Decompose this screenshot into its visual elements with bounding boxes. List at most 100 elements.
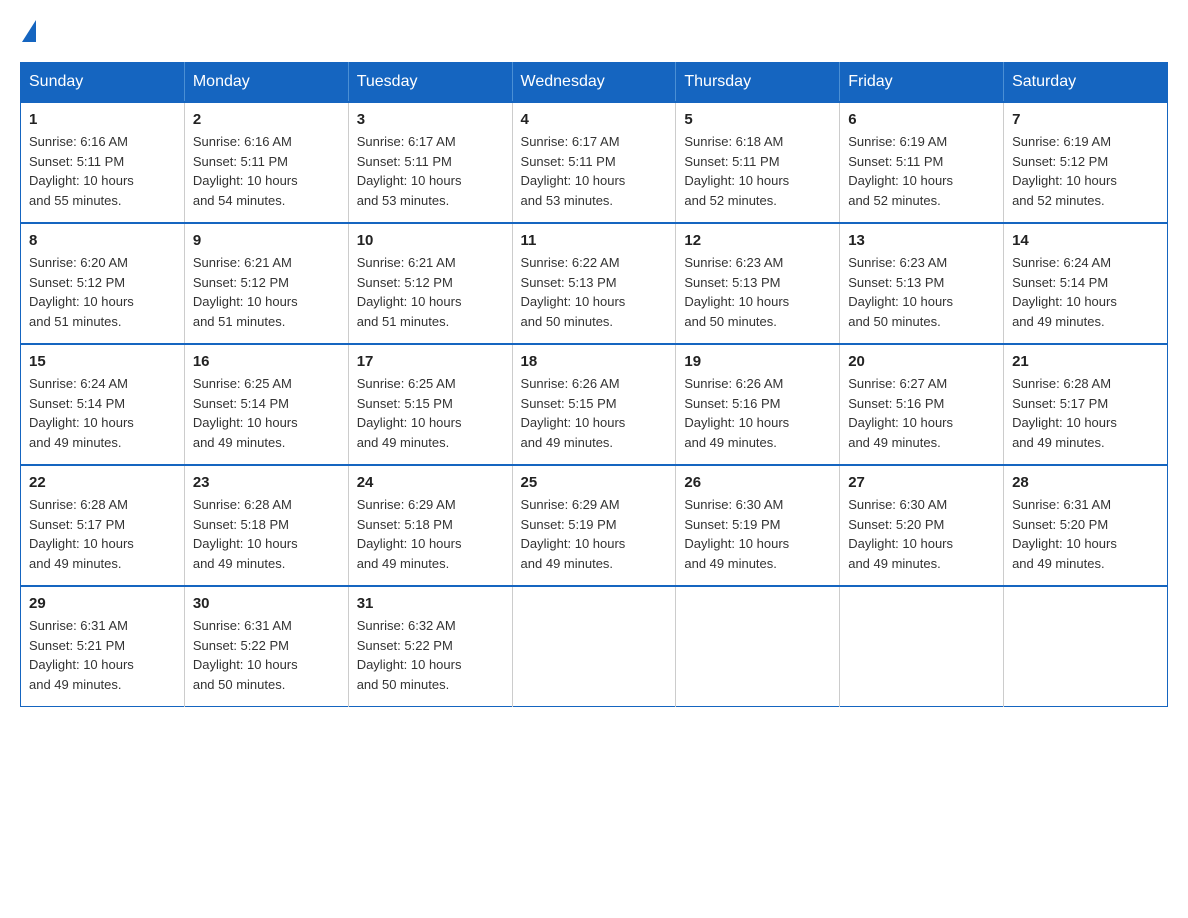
header-day-thursday: Thursday xyxy=(676,63,840,103)
day-info: Sunrise: 6:28 AMSunset: 5:17 PMDaylight:… xyxy=(1012,376,1117,450)
calendar-cell xyxy=(676,586,840,707)
calendar-cell: 30 Sunrise: 6:31 AMSunset: 5:22 PMDaylig… xyxy=(184,586,348,707)
calendar-cell: 25 Sunrise: 6:29 AMSunset: 5:19 PMDaylig… xyxy=(512,465,676,586)
day-info: Sunrise: 6:30 AMSunset: 5:19 PMDaylight:… xyxy=(684,497,789,571)
calendar-cell xyxy=(512,586,676,707)
day-number: 29 xyxy=(29,595,176,612)
day-info: Sunrise: 6:23 AMSunset: 5:13 PMDaylight:… xyxy=(684,255,789,329)
day-number: 1 xyxy=(29,111,176,128)
day-number: 19 xyxy=(684,353,831,370)
day-number: 9 xyxy=(193,232,340,249)
day-number: 4 xyxy=(521,111,668,128)
calendar-cell: 22 Sunrise: 6:28 AMSunset: 5:17 PMDaylig… xyxy=(21,465,185,586)
day-info: Sunrise: 6:29 AMSunset: 5:19 PMDaylight:… xyxy=(521,497,626,571)
day-number: 21 xyxy=(1012,353,1159,370)
calendar-cell: 4 Sunrise: 6:17 AMSunset: 5:11 PMDayligh… xyxy=(512,102,676,223)
day-number: 5 xyxy=(684,111,831,128)
day-number: 26 xyxy=(684,474,831,491)
day-info: Sunrise: 6:17 AMSunset: 5:11 PMDaylight:… xyxy=(357,134,462,208)
calendar-cell: 11 Sunrise: 6:22 AMSunset: 5:13 PMDaylig… xyxy=(512,223,676,344)
day-info: Sunrise: 6:22 AMSunset: 5:13 PMDaylight:… xyxy=(521,255,626,329)
header-day-sunday: Sunday xyxy=(21,63,185,103)
day-number: 18 xyxy=(521,353,668,370)
day-info: Sunrise: 6:31 AMSunset: 5:21 PMDaylight:… xyxy=(29,618,134,692)
day-number: 8 xyxy=(29,232,176,249)
header-day-friday: Friday xyxy=(840,63,1004,103)
logo xyxy=(20,20,38,42)
day-number: 27 xyxy=(848,474,995,491)
calendar-week-row: 8 Sunrise: 6:20 AMSunset: 5:12 PMDayligh… xyxy=(21,223,1168,344)
day-info: Sunrise: 6:18 AMSunset: 5:11 PMDaylight:… xyxy=(684,134,789,208)
day-number: 15 xyxy=(29,353,176,370)
day-number: 14 xyxy=(1012,232,1159,249)
day-info: Sunrise: 6:21 AMSunset: 5:12 PMDaylight:… xyxy=(357,255,462,329)
day-number: 17 xyxy=(357,353,504,370)
day-info: Sunrise: 6:21 AMSunset: 5:12 PMDaylight:… xyxy=(193,255,298,329)
day-info: Sunrise: 6:29 AMSunset: 5:18 PMDaylight:… xyxy=(357,497,462,571)
day-number: 20 xyxy=(848,353,995,370)
calendar-cell: 26 Sunrise: 6:30 AMSunset: 5:19 PMDaylig… xyxy=(676,465,840,586)
header-day-saturday: Saturday xyxy=(1004,63,1168,103)
day-number: 28 xyxy=(1012,474,1159,491)
calendar-cell: 6 Sunrise: 6:19 AMSunset: 5:11 PMDayligh… xyxy=(840,102,1004,223)
calendar-cell: 16 Sunrise: 6:25 AMSunset: 5:14 PMDaylig… xyxy=(184,344,348,465)
calendar-cell: 3 Sunrise: 6:17 AMSunset: 5:11 PMDayligh… xyxy=(348,102,512,223)
day-number: 31 xyxy=(357,595,504,612)
calendar-cell: 20 Sunrise: 6:27 AMSunset: 5:16 PMDaylig… xyxy=(840,344,1004,465)
day-info: Sunrise: 6:30 AMSunset: 5:20 PMDaylight:… xyxy=(848,497,953,571)
calendar-cell xyxy=(840,586,1004,707)
day-number: 6 xyxy=(848,111,995,128)
day-info: Sunrise: 6:16 AMSunset: 5:11 PMDaylight:… xyxy=(193,134,298,208)
calendar-cell: 9 Sunrise: 6:21 AMSunset: 5:12 PMDayligh… xyxy=(184,223,348,344)
calendar-cell: 15 Sunrise: 6:24 AMSunset: 5:14 PMDaylig… xyxy=(21,344,185,465)
day-info: Sunrise: 6:32 AMSunset: 5:22 PMDaylight:… xyxy=(357,618,462,692)
calendar-cell: 7 Sunrise: 6:19 AMSunset: 5:12 PMDayligh… xyxy=(1004,102,1168,223)
calendar-cell: 13 Sunrise: 6:23 AMSunset: 5:13 PMDaylig… xyxy=(840,223,1004,344)
day-info: Sunrise: 6:25 AMSunset: 5:15 PMDaylight:… xyxy=(357,376,462,450)
calendar-cell: 5 Sunrise: 6:18 AMSunset: 5:11 PMDayligh… xyxy=(676,102,840,223)
day-number: 24 xyxy=(357,474,504,491)
day-info: Sunrise: 6:24 AMSunset: 5:14 PMDaylight:… xyxy=(29,376,134,450)
day-info: Sunrise: 6:26 AMSunset: 5:16 PMDaylight:… xyxy=(684,376,789,450)
day-info: Sunrise: 6:26 AMSunset: 5:15 PMDaylight:… xyxy=(521,376,626,450)
calendar-cell: 14 Sunrise: 6:24 AMSunset: 5:14 PMDaylig… xyxy=(1004,223,1168,344)
day-number: 2 xyxy=(193,111,340,128)
day-info: Sunrise: 6:23 AMSunset: 5:13 PMDaylight:… xyxy=(848,255,953,329)
calendar-cell: 28 Sunrise: 6:31 AMSunset: 5:20 PMDaylig… xyxy=(1004,465,1168,586)
day-info: Sunrise: 6:24 AMSunset: 5:14 PMDaylight:… xyxy=(1012,255,1117,329)
calendar-cell: 27 Sunrise: 6:30 AMSunset: 5:20 PMDaylig… xyxy=(840,465,1004,586)
calendar-cell: 1 Sunrise: 6:16 AMSunset: 5:11 PMDayligh… xyxy=(21,102,185,223)
day-info: Sunrise: 6:25 AMSunset: 5:14 PMDaylight:… xyxy=(193,376,298,450)
calendar-header: SundayMondayTuesdayWednesdayThursdayFrid… xyxy=(21,63,1168,103)
day-number: 7 xyxy=(1012,111,1159,128)
calendar-table: SundayMondayTuesdayWednesdayThursdayFrid… xyxy=(20,62,1168,707)
day-number: 30 xyxy=(193,595,340,612)
day-info: Sunrise: 6:20 AMSunset: 5:12 PMDaylight:… xyxy=(29,255,134,329)
day-info: Sunrise: 6:19 AMSunset: 5:12 PMDaylight:… xyxy=(1012,134,1117,208)
header-day-monday: Monday xyxy=(184,63,348,103)
day-info: Sunrise: 6:28 AMSunset: 5:18 PMDaylight:… xyxy=(193,497,298,571)
day-number: 13 xyxy=(848,232,995,249)
calendar-header-row: SundayMondayTuesdayWednesdayThursdayFrid… xyxy=(21,63,1168,103)
header-day-wednesday: Wednesday xyxy=(512,63,676,103)
calendar-cell: 24 Sunrise: 6:29 AMSunset: 5:18 PMDaylig… xyxy=(348,465,512,586)
calendar-cell: 12 Sunrise: 6:23 AMSunset: 5:13 PMDaylig… xyxy=(676,223,840,344)
calendar-cell: 19 Sunrise: 6:26 AMSunset: 5:16 PMDaylig… xyxy=(676,344,840,465)
day-info: Sunrise: 6:31 AMSunset: 5:20 PMDaylight:… xyxy=(1012,497,1117,571)
day-info: Sunrise: 6:16 AMSunset: 5:11 PMDaylight:… xyxy=(29,134,134,208)
calendar-week-row: 1 Sunrise: 6:16 AMSunset: 5:11 PMDayligh… xyxy=(21,102,1168,223)
day-number: 22 xyxy=(29,474,176,491)
logo-triangle-icon xyxy=(22,20,36,42)
day-number: 12 xyxy=(684,232,831,249)
calendar-week-row: 22 Sunrise: 6:28 AMSunset: 5:17 PMDaylig… xyxy=(21,465,1168,586)
calendar-cell xyxy=(1004,586,1168,707)
day-info: Sunrise: 6:19 AMSunset: 5:11 PMDaylight:… xyxy=(848,134,953,208)
day-info: Sunrise: 6:27 AMSunset: 5:16 PMDaylight:… xyxy=(848,376,953,450)
day-info: Sunrise: 6:28 AMSunset: 5:17 PMDaylight:… xyxy=(29,497,134,571)
day-number: 11 xyxy=(521,232,668,249)
calendar-cell: 23 Sunrise: 6:28 AMSunset: 5:18 PMDaylig… xyxy=(184,465,348,586)
day-number: 10 xyxy=(357,232,504,249)
calendar-cell: 29 Sunrise: 6:31 AMSunset: 5:21 PMDaylig… xyxy=(21,586,185,707)
calendar-cell: 17 Sunrise: 6:25 AMSunset: 5:15 PMDaylig… xyxy=(348,344,512,465)
calendar-week-row: 29 Sunrise: 6:31 AMSunset: 5:21 PMDaylig… xyxy=(21,586,1168,707)
